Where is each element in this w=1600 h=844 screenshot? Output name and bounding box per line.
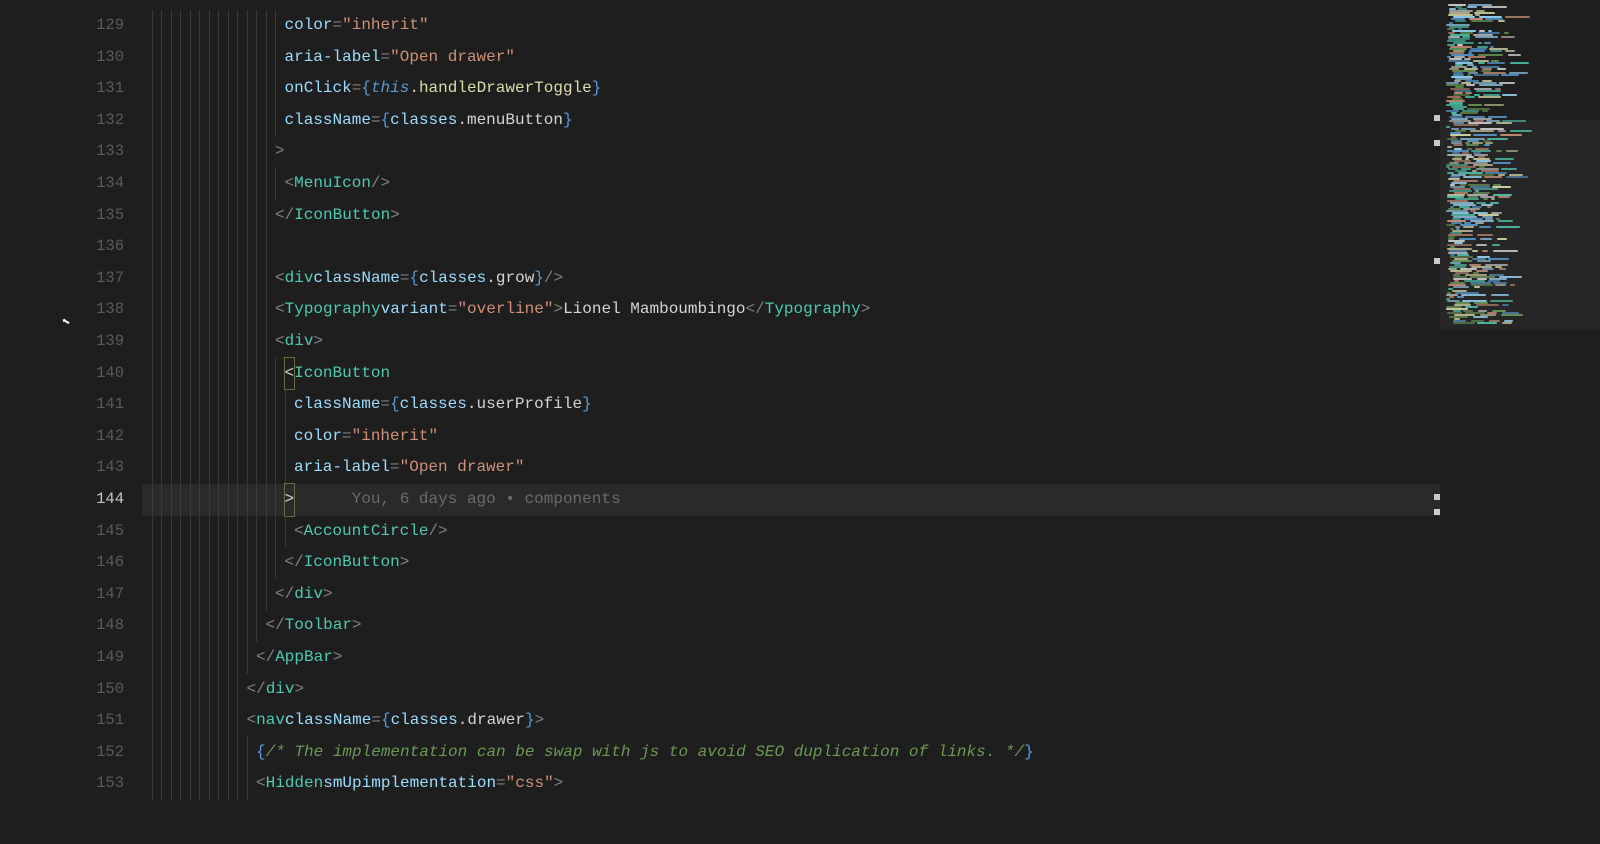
code-line[interactable]: aria-label="Open drawer": [142, 452, 1440, 484]
line-number[interactable]: 148: [96, 610, 142, 642]
line-number[interactable]: 136: [96, 231, 142, 263]
line-number[interactable]: 137: [96, 263, 142, 295]
line-number[interactable]: 132: [96, 105, 142, 137]
line-number[interactable]: 141: [96, 389, 142, 421]
code-line[interactable]: > You, 6 days ago • components: [142, 484, 1440, 516]
minimap-slider[interactable]: [1440, 120, 1600, 330]
editor-left-padding: [0, 0, 72, 844]
line-number[interactable]: 152: [96, 737, 142, 769]
line-number[interactable]: 134: [96, 168, 142, 200]
line-number[interactable]: 151: [96, 705, 142, 737]
line-number-gutter[interactable]: 1291301311321331341351361371381391401411…: [72, 0, 142, 844]
code-line[interactable]: </div>: [142, 579, 1440, 611]
line-number[interactable]: 147: [96, 579, 142, 611]
code-line[interactable]: [142, 231, 1440, 263]
code-line[interactable]: <AccountCircle />: [142, 516, 1440, 548]
line-number[interactable]: 139: [96, 326, 142, 358]
code-line[interactable]: className={classes.menuButton}: [142, 105, 1440, 137]
code-line[interactable]: </IconButton>: [142, 547, 1440, 579]
code-line[interactable]: onClick={this.handleDrawerToggle}: [142, 73, 1440, 105]
line-number[interactable]: 130: [96, 42, 142, 74]
code-line[interactable]: <div className={classes.grow} />: [142, 263, 1440, 295]
code-line[interactable]: color="inherit": [142, 421, 1440, 453]
code-line[interactable]: aria-label="Open drawer": [142, 42, 1440, 74]
code-line[interactable]: <IconButton: [142, 358, 1440, 390]
code-line[interactable]: className={classes.userProfile}: [142, 389, 1440, 421]
code-content[interactable]: color="inherit"aria-label="Open drawer"o…: [142, 0, 1440, 844]
line-number[interactable]: 140: [96, 358, 142, 390]
line-number[interactable]: 131: [96, 73, 142, 105]
code-line[interactable]: {/* The implementation can be swap with …: [142, 737, 1440, 769]
line-number[interactable]: 133: [96, 136, 142, 168]
code-line[interactable]: <nav className={classes.drawer}>: [142, 705, 1440, 737]
code-line[interactable]: >: [142, 136, 1440, 168]
code-editor[interactable]: 1291301311321331341351361371381391401411…: [72, 0, 1600, 844]
line-number[interactable]: 144: [96, 484, 142, 516]
line-number[interactable]: 149: [96, 642, 142, 674]
code-line[interactable]: <Hidden smUp implementation="css">: [142, 768, 1440, 800]
line-number[interactable]: 142: [96, 421, 142, 453]
line-number[interactable]: 138: [96, 294, 142, 326]
code-line[interactable]: </AppBar>: [142, 642, 1440, 674]
line-number[interactable]: 145: [96, 516, 142, 548]
code-line[interactable]: </div>: [142, 674, 1440, 706]
code-line[interactable]: </Toolbar>: [142, 610, 1440, 642]
minimap[interactable]: [1440, 0, 1600, 844]
code-line[interactable]: </IconButton>: [142, 200, 1440, 232]
line-number[interactable]: 129: [96, 10, 142, 42]
code-line[interactable]: <MenuIcon />: [142, 168, 1440, 200]
git-blame-codelens[interactable]: You, 6 days ago • components: [352, 484, 621, 516]
code-line[interactable]: <div>: [142, 326, 1440, 358]
code-line[interactable]: <Typography variant="overline">Lionel Ma…: [142, 294, 1440, 326]
line-number[interactable]: 146: [96, 547, 142, 579]
line-number[interactable]: 150: [96, 674, 142, 706]
code-line[interactable]: color="inherit": [142, 10, 1440, 42]
line-number[interactable]: 153: [96, 768, 142, 800]
line-number[interactable]: 143: [96, 452, 142, 484]
line-number[interactable]: 135: [96, 200, 142, 232]
